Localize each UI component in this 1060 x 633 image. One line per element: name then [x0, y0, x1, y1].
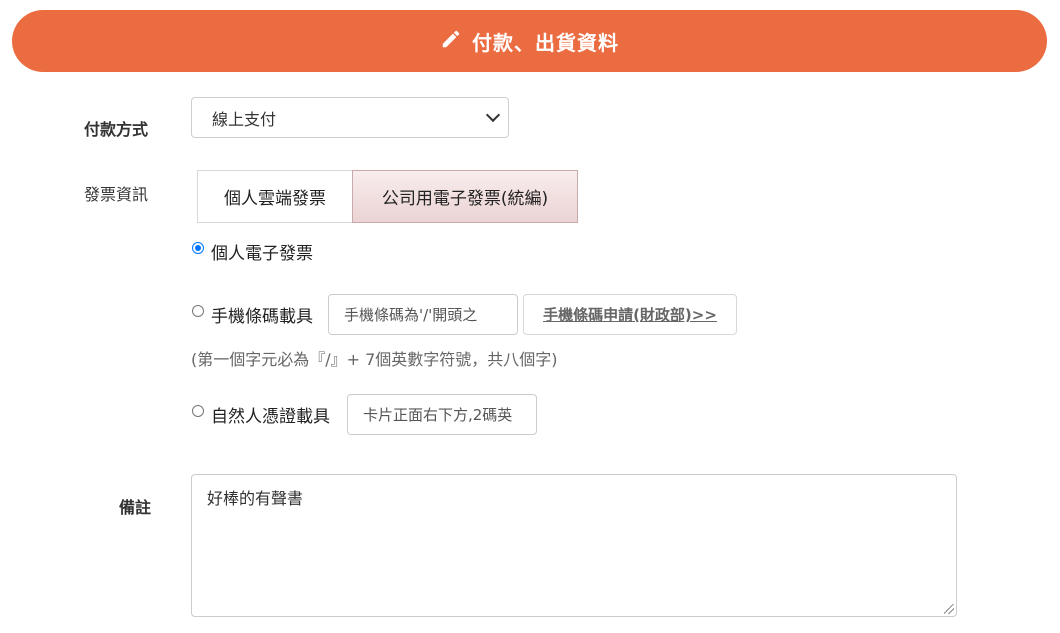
payment-shipping-form: 付款、出貨資料 付款方式 線上支付 發票資訊 個人雲端發票 公司用電子發票(統編… [0, 0, 1060, 633]
section-header: 付款、出貨資料 [12, 10, 1047, 72]
citizen-certificate-radio[interactable] [192, 405, 204, 417]
pencil-icon [440, 28, 472, 55]
tab-personal-cloud-invoice[interactable]: 個人雲端發票 [197, 170, 353, 223]
mobile-barcode-hint: (第一個字元必為『/』+ 7個英數字符號，共八個字) [191, 350, 558, 369]
mobile-barcode-input[interactable] [328, 294, 518, 335]
mobile-barcode-apply-link[interactable]: 手機條碼申請(財政部)>> [523, 294, 737, 335]
mobile-barcode-apply-link-text: 手機條碼申請(財政部)>> [543, 306, 717, 324]
mobile-barcode-label: 手機條碼載具 [211, 307, 313, 327]
resize-handle-icon[interactable] [944, 604, 954, 614]
payment-method-label: 付款方式 [84, 120, 149, 139]
personal-invoice-label: 個人電子發票 [211, 244, 313, 264]
remark-textarea[interactable]: 好棒的有聲書 [191, 474, 957, 617]
personal-invoice-radio[interactable] [192, 242, 204, 254]
tab-company-invoice[interactable]: 公司用電子發票(統編) [352, 170, 578, 223]
payment-method-value: 線上支付 [212, 109, 277, 129]
tab-personal-cloud-invoice-label: 個人雲端發票 [224, 189, 326, 209]
citizen-certificate-input[interactable] [347, 394, 537, 435]
mobile-barcode-radio[interactable] [192, 305, 204, 317]
remark-label: 備註 [119, 498, 152, 517]
remark-text: 好棒的有聲書 [207, 489, 304, 508]
invoice-info-label: 發票資訊 [84, 185, 149, 204]
section-title: 付款、出貨資料 [472, 30, 619, 55]
citizen-certificate-label: 自然人憑證載具 [211, 407, 330, 427]
chevron-down-icon [485, 107, 501, 123]
payment-method-select[interactable]: 線上支付 [191, 97, 509, 138]
tab-company-invoice-label: 公司用電子發票(統編) [381, 189, 549, 209]
